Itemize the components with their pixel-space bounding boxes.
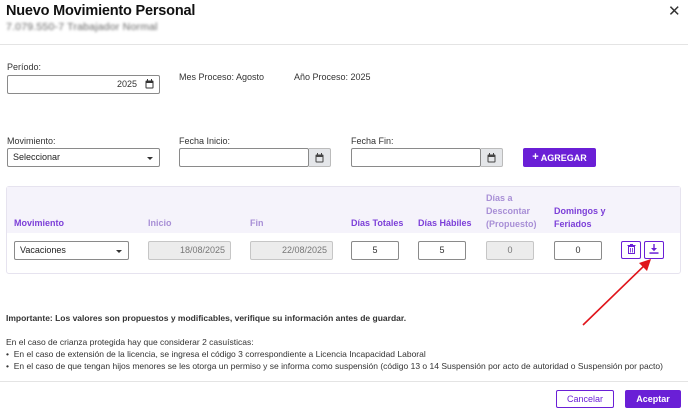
- agregar-label: AGREGAR: [540, 152, 587, 163]
- th-inicio: Inicio: [148, 218, 172, 228]
- footer-divider: [0, 381, 688, 382]
- bullet-2-text: En el caso de que tengan hijos menores s…: [13, 361, 663, 371]
- th-dias-descontar-1: Días a: [486, 193, 513, 203]
- row-fin-input: 22/08/2025: [250, 241, 333, 260]
- th-domingos-2: Feriados: [554, 219, 592, 229]
- plus-icon: +: [532, 151, 539, 163]
- th-fin: Fin: [250, 218, 264, 228]
- fecha-inicio-input[interactable]: [179, 148, 309, 167]
- fecha-fin-input[interactable]: [351, 148, 481, 167]
- fecha-inicio-calendar-icon[interactable]: [309, 148, 331, 167]
- modal-subtitle: 7.079.550-7 Trabajador Normal: [6, 21, 158, 33]
- bullet-1-text: En el caso de extensión de la licencia, …: [13, 349, 426, 359]
- row-movimiento-select[interactable]: Vacaciones: [14, 241, 129, 260]
- th-dias-descontar-2: Descontar: [486, 206, 531, 216]
- mes-proceso: Mes Proceso: Agosto: [179, 72, 265, 82]
- note-bullet-2: • En el caso de que tengan hijos menores…: [6, 361, 663, 371]
- calendar-icon[interactable]: [143, 77, 155, 91]
- chevron-down-icon: [116, 250, 122, 253]
- movimiento-select[interactable]: Seleccionar: [7, 148, 160, 167]
- row-dias-descontar-input: 0: [486, 241, 534, 260]
- anio-proceso: Año Proceso: 2025: [294, 72, 371, 82]
- th-dias-descontar-3: (Propuesto): [486, 219, 537, 229]
- periodo-input[interactable]: 2025: [7, 75, 160, 94]
- accept-button[interactable]: Aceptar: [625, 390, 681, 408]
- row-inicio-input: 18/08/2025: [148, 241, 231, 260]
- chevron-down-icon: [147, 157, 153, 160]
- row-dias-habiles-input[interactable]: 5: [418, 241, 466, 260]
- th-dias-habiles: Días Hábiles: [418, 218, 472, 228]
- movimiento-select-value: Seleccionar: [13, 152, 61, 162]
- note-bullet-1: • En el caso de extensión de la licencia…: [6, 349, 426, 359]
- th-domingos-1: Domingos y: [554, 206, 606, 216]
- importante-note: Importante: Los valores son propuestos y…: [6, 313, 407, 323]
- fecha-fin-calendar-icon[interactable]: [481, 148, 503, 167]
- cancel-button[interactable]: Cancelar: [556, 390, 614, 408]
- th-movimiento: Movimiento: [14, 218, 65, 228]
- bullet-dot: •: [6, 349, 14, 359]
- row-movimiento-value: Vacaciones: [20, 245, 66, 255]
- modal-title: Nuevo Movimiento Personal: [6, 3, 196, 19]
- annotation-arrow: [582, 259, 651, 326]
- bullet-dot: •: [6, 361, 14, 371]
- th-dias-totales: Días Totales: [351, 218, 404, 228]
- close-icon[interactable]: ✕: [668, 2, 681, 20]
- crianza-note: En el caso de crianza protegida hay que …: [6, 337, 254, 347]
- fecha-fin-label: Fecha Fin:: [351, 136, 394, 146]
- row-dias-totales-input[interactable]: 5: [351, 241, 399, 260]
- agregar-button[interactable]: + AGREGAR: [523, 148, 596, 167]
- header-divider: [0, 44, 688, 45]
- periodo-label: Período:: [7, 62, 42, 72]
- fecha-inicio-label: Fecha Inicio:: [179, 136, 231, 146]
- movimiento-label: Movimiento:: [7, 136, 56, 146]
